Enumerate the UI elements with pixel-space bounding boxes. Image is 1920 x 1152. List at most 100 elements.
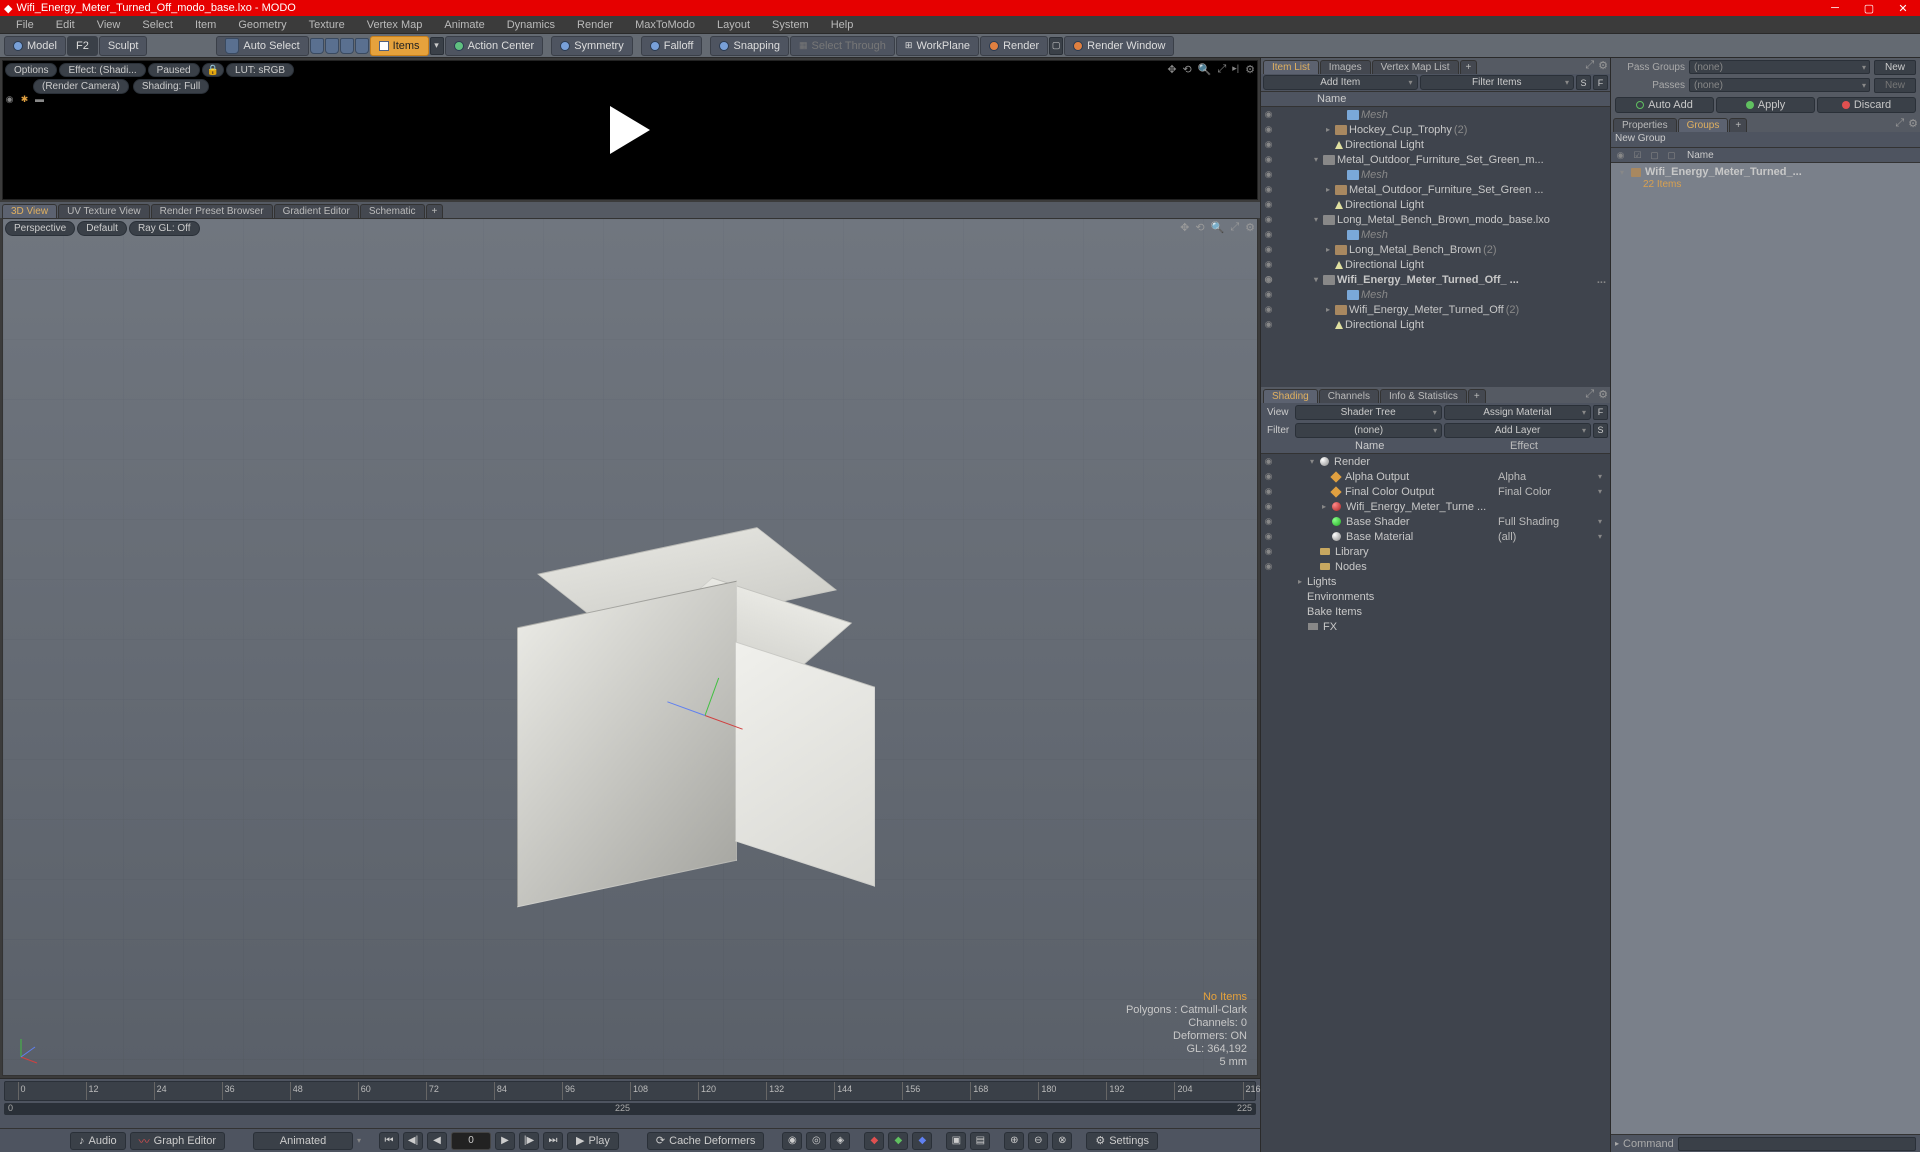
polygons-mode-button[interactable] [340,38,354,54]
item-tree-row[interactable]: ◉▸Hockey_Cup_Trophy(2) [1261,122,1610,137]
key-button-11[interactable]: ⊗ [1052,1132,1072,1150]
item-tree-row[interactable]: ◉Directional Light [1261,137,1610,152]
visibility-toggle[interactable]: ◉ [1261,274,1276,285]
key-button-6[interactable]: ◆ [912,1132,932,1150]
shader-tree-row[interactable]: ◉▸Wifi_Energy_Meter_Turne ... [1261,499,1610,514]
graph-editor-button[interactable]: 〰Graph Editor [130,1132,225,1150]
s-button[interactable]: S [1576,75,1591,90]
color-header-icon[interactable]: ▬ [32,94,47,104]
menu-dynamics[interactable]: Dynamics [497,17,565,33]
visibility-toggle[interactable]: ◉ [1261,456,1276,467]
item-tab-add[interactable]: + [1460,60,1478,74]
expand-icon[interactable]: ⤢ [1217,63,1226,76]
menu-animate[interactable]: Animate [434,17,494,33]
axis-widget[interactable] [13,1035,43,1065]
preview-options-button[interactable]: Options [5,63,57,77]
menu-layout[interactable]: Layout [707,17,760,33]
settings-button[interactable]: ⚙Settings [1086,1132,1158,1150]
key-button-4[interactable]: ◆ [864,1132,884,1150]
play-button[interactable]: ▶Play [567,1132,619,1150]
prev-key-button[interactable]: ◀ [427,1132,447,1150]
tab-shading[interactable]: Shading [1263,389,1318,403]
vp-gear-icon[interactable]: ⚙ [1245,221,1255,234]
item-tree-row[interactable]: ◉Directional Light [1261,197,1610,212]
shader-tree-row[interactable]: ▸Lights [1261,574,1610,589]
item-tree-row[interactable]: ◉Mesh [1261,287,1610,302]
options-icon[interactable]: ▸| [1232,63,1239,76]
zoom-icon[interactable]: 🔍 [1198,63,1212,76]
vp-move-icon[interactable]: ✥ [1180,221,1189,234]
menu-geometry[interactable]: Geometry [228,17,296,33]
animated-dropdown[interactable]: Animated [253,1132,353,1150]
key-button-9[interactable]: ⊕ [1004,1132,1024,1150]
items-dropdown-button[interactable]: ▾ [430,37,444,55]
f-button[interactable]: F [1593,75,1608,90]
add-item-dropdown[interactable]: Add Item [1263,75,1418,90]
visibility-toggle[interactable]: ◉ [1261,289,1276,300]
item-tree-row[interactable]: ◉Mesh [1261,107,1610,122]
symmetry-button[interactable]: Symmetry [551,36,633,56]
item-tree-row[interactable]: ◉Directional Light [1261,317,1610,332]
shading-s-button[interactable]: S [1593,423,1608,438]
visibility-header-icon[interactable]: ◉ [2,94,17,105]
visibility-toggle[interactable]: ◉ [1261,471,1276,482]
key-button-5[interactable]: ◆ [888,1132,908,1150]
new-group-bar[interactable]: New Group [1611,132,1920,148]
menu-vertex-map[interactable]: Vertex Map [357,17,433,33]
falloff-button[interactable]: Falloff [641,36,703,56]
audio-button[interactable]: ♪Audio [70,1132,126,1150]
menu-edit[interactable]: Edit [46,17,85,33]
panel-expand-icon[interactable]: ⤢ [1585,59,1594,72]
apply-button[interactable]: Apply [1716,97,1815,113]
visibility-toggle[interactable]: ◉ [1261,531,1276,542]
visibility-toggle[interactable]: ◉ [1261,124,1276,135]
maximize-button[interactable]: ▢ [1852,0,1886,16]
tab-images[interactable]: Images [1320,60,1371,74]
shader-tree-row[interactable]: ◉Final Color OutputFinal Color▾ [1261,484,1610,499]
menu-view[interactable]: View [87,17,131,33]
tab-gradient-editor[interactable]: Gradient Editor [274,204,359,218]
shading-f-button[interactable]: F [1593,405,1608,420]
key-button-10[interactable]: ⊖ [1028,1132,1048,1150]
visibility-toggle[interactable]: ◉ [1261,229,1276,240]
tab-add-button[interactable]: + [426,204,444,218]
item-tree-row[interactable]: ◉Mesh [1261,227,1610,242]
command-field[interactable] [1678,1137,1916,1151]
materials-mode-button[interactable] [355,38,369,54]
render-dropdown-button[interactable]: ▢ [1049,37,1063,55]
tab-vertex-map-list[interactable]: Vertex Map List [1372,60,1459,74]
goto-end-button[interactable]: ⏭ [543,1132,563,1150]
preview-lut-button[interactable]: LUT: sRGB [226,63,294,77]
move-icon[interactable]: ✥ [1167,63,1176,76]
visibility-toggle[interactable]: ◉ [1261,516,1276,527]
visibility-toggle[interactable]: ◉ [1261,244,1276,255]
tab-groups[interactable]: Groups [1678,118,1729,132]
g-box2-icon[interactable]: ▢ [1664,150,1679,161]
visibility-toggle[interactable]: ◉ [1261,304,1276,315]
shader-tree-dropdown[interactable]: Shader Tree [1295,405,1442,420]
edges-mode-button[interactable] [325,38,339,54]
menu-select[interactable]: Select [132,17,183,33]
menu-maxtomodo[interactable]: MaxToModo [625,17,705,33]
action-center-button[interactable]: Action Center [445,36,544,56]
vp-maximize-icon[interactable]: ⤢ [1230,221,1239,234]
shader-tree-row[interactable]: ◉Base ShaderFull Shading▾ [1261,514,1610,529]
viewport-perspective-button[interactable]: Perspective [5,221,75,236]
tab-uv-texture-view[interactable]: UV Texture View [58,204,150,218]
step-forward-button[interactable]: |▶ [519,1132,539,1150]
visibility-toggle[interactable]: ◉ [1261,259,1276,270]
preview-lock-icon[interactable]: 🔒 [202,63,224,77]
shader-tree-row[interactable]: ◉Library [1261,544,1610,559]
filter-dropdown[interactable]: (none) [1295,423,1442,438]
tab-3d-view[interactable]: 3D View [2,204,57,218]
shading-tab-add[interactable]: + [1468,389,1486,403]
g-vis-icon[interactable]: ◉ [1613,150,1628,161]
tab-info-stats[interactable]: Info & Statistics [1380,389,1467,403]
visibility-toggle[interactable]: ◉ [1261,139,1276,150]
key-button-7[interactable]: ▣ [946,1132,966,1150]
preview-paused-button[interactable]: Paused [148,63,200,77]
shader-tree-row[interactable]: ◉Base Material(all)▾ [1261,529,1610,544]
preview-effect-button[interactable]: Effect: (Shadi... [59,63,145,77]
menu-item[interactable]: Item [185,17,226,33]
render-window-button[interactable]: Render Window [1064,36,1174,56]
